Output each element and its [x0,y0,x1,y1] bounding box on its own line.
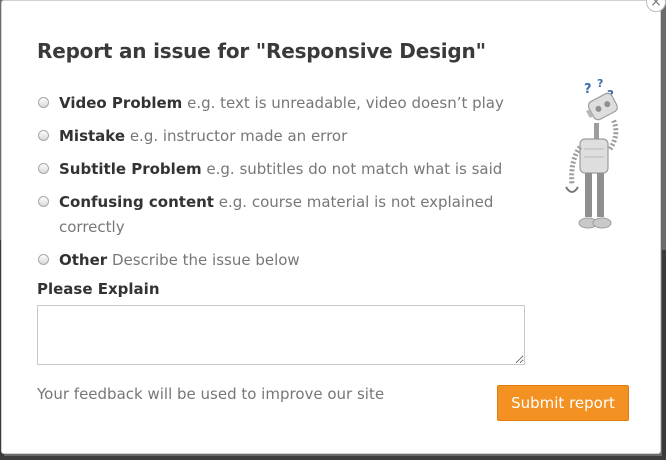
submit-report-button[interactable]: Submit report [497,385,629,421]
option-mistake[interactable]: Mistake e.g. instructor made an error [37,124,517,149]
svg-text:?: ? [584,82,592,97]
option-other[interactable]: Other Describe the issue below [37,248,517,273]
explain-textarea[interactable] [37,305,525,365]
option-subtitle-problem[interactable]: Subtitle Problem e.g. subtitles do not m… [37,157,517,182]
option-hint: e.g. instructor made an error [129,127,348,145]
option-label: Video Problem [59,94,183,112]
confused-robot-icon: ? ? ? [565,79,619,229]
option-label: Subtitle Problem [59,160,202,178]
svg-text:?: ? [597,79,603,90]
option-hint: e.g. text is unreadable, video doesn’t p… [187,94,504,112]
explain-label: Please Explain [37,280,160,298]
backdrop-edge [0,456,666,460]
option-label: Mistake [59,127,126,145]
option-hint: e.g. subtitles do not match what is said [206,160,503,178]
issue-type-options: Video Problem e.g. text is unreadable, v… [37,91,517,281]
close-icon: × [650,0,662,10]
backdrop-edge [662,250,666,460]
dialog-title: Report an issue for "Responsive Design" [37,39,486,63]
option-video-problem[interactable]: Video Problem e.g. text is unreadable, v… [37,91,517,116]
radio-button[interactable] [38,97,49,108]
radio-button[interactable] [38,196,49,207]
close-button[interactable]: × [646,0,666,12]
report-issue-dialog: × Report an issue for "Responsive Design… [1,0,666,454]
option-label: Confusing content [59,193,214,211]
feedback-note: Your feedback will be used to improve ou… [37,385,385,403]
option-label: Other [59,251,108,269]
option-hint: Describe the issue below [111,251,300,269]
radio-button[interactable] [38,130,49,141]
option-confusing-content[interactable]: Confusing content e.g. course material i… [37,190,517,240]
radio-button[interactable] [38,163,49,174]
radio-button[interactable] [38,254,49,265]
